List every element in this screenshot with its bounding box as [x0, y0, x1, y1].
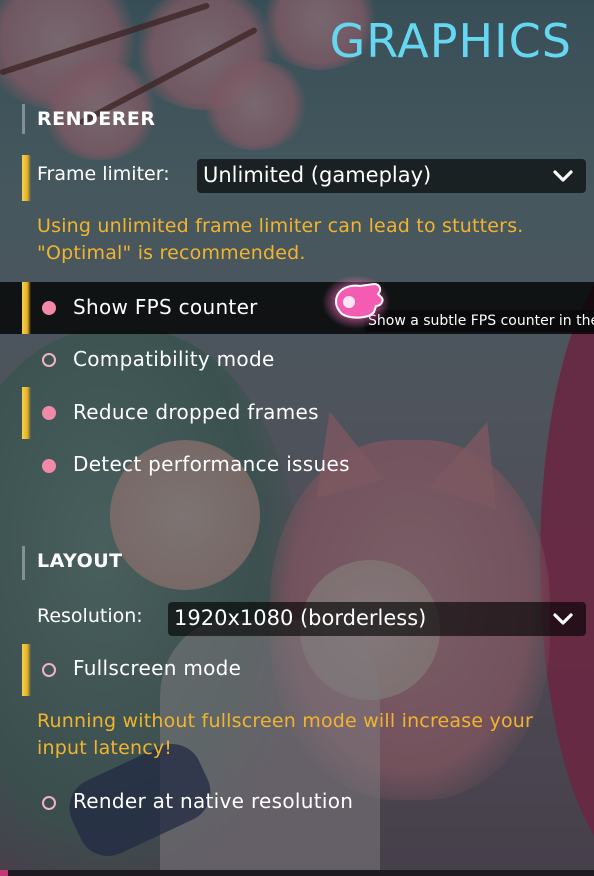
option-label: Detect performance issues	[73, 452, 350, 476]
pink-glowing-cursor-icon	[322, 275, 390, 329]
settings-panel: GRAPHICS RENDERER Frame limiter: Unlimit…	[0, 0, 594, 876]
chevron-down-icon	[553, 170, 573, 182]
frame-limiter-label: Frame limiter:	[37, 163, 170, 185]
hover-bar	[22, 644, 31, 696]
section-title-renderer: RENDERER	[37, 108, 156, 130]
option-detect-performance-issues[interactable]: Detect performance issues	[0, 445, 594, 485]
option-fullscreen-mode[interactable]: Fullscreen mode	[0, 644, 594, 696]
frame-limiter-warning: Using unlimited frame limiter can lead t…	[37, 215, 524, 264]
checkbox-unchecked-icon[interactable]	[42, 796, 56, 810]
checkbox-checked-icon[interactable]	[42, 406, 56, 420]
page-title: GRAPHICS	[329, 14, 572, 68]
fullscreen-warning: Running without fullscreen mode will inc…	[37, 710, 534, 759]
option-label: Reduce dropped frames	[73, 400, 319, 424]
tooltip: Show a subtle FPS counter in the corner …	[364, 310, 594, 332]
hover-bar	[22, 155, 31, 201]
resolution-dropdown[interactable]: 1920x1080 (borderless)	[168, 602, 586, 636]
section-marker	[22, 546, 25, 580]
frame-limiter-value: Unlimited (gameplay)	[203, 163, 432, 187]
option-reduce-dropped-frames[interactable]: Reduce dropped frames	[0, 387, 594, 439]
resolution-row: Resolution: 1920x1080 (borderless)	[0, 598, 594, 640]
option-label: Render at native resolution	[73, 789, 354, 813]
checkbox-checked-icon[interactable]	[42, 459, 56, 473]
option-label: Compatibility mode	[73, 347, 275, 371]
bottom-strip	[0, 870, 594, 876]
option-label: Fullscreen mode	[73, 656, 242, 680]
hover-bar	[22, 387, 31, 439]
resolution-value: 1920x1080 (borderless)	[174, 606, 427, 630]
resolution-label: Resolution:	[37, 605, 143, 627]
option-label: Show FPS counter	[73, 295, 258, 319]
checkbox-unchecked-icon[interactable]	[42, 353, 56, 367]
checkbox-unchecked-icon[interactable]	[42, 663, 56, 677]
section-marker	[22, 104, 25, 134]
chevron-down-icon	[553, 613, 573, 625]
checkbox-checked-icon[interactable]	[42, 301, 56, 315]
option-render-native-resolution[interactable]: Render at native resolution	[0, 782, 594, 822]
frame-limiter-dropdown[interactable]: Unlimited (gameplay)	[197, 159, 586, 193]
frame-limiter-row: Frame limiter: Unlimited (gameplay)	[0, 155, 594, 201]
bottom-accent	[0, 870, 8, 876]
option-compatibility-mode[interactable]: Compatibility mode	[0, 340, 594, 380]
hover-bar	[22, 282, 31, 334]
section-title-layout: LAYOUT	[37, 550, 123, 572]
